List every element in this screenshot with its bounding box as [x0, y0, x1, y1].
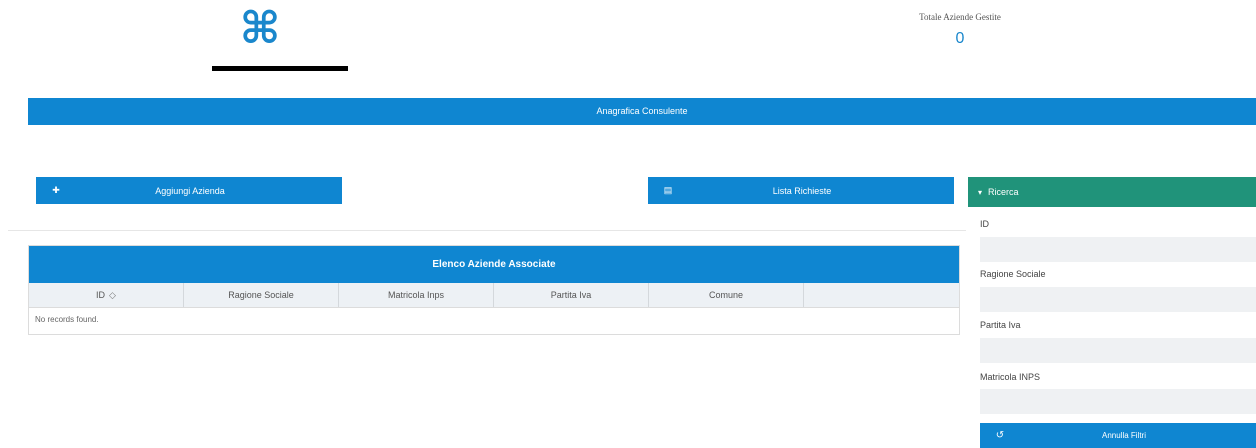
plus-circle-icon: ✚ — [52, 185, 60, 195]
column-header-ragione-sociale: Ragione Sociale — [184, 283, 339, 307]
undo-icon: ↺ — [995, 430, 1005, 441]
column-header-comune: Comune — [649, 283, 804, 307]
annulla-filtri-button[interactable]: ↺ Annulla Filtri — [980, 423, 1256, 448]
logo-redacted-name — [212, 66, 348, 71]
divider — [8, 230, 966, 231]
aggiungi-azienda-button[interactable]: ✚ Aggiungi Azienda — [36, 177, 342, 204]
ricerca-toggle[interactable]: ▾ Ricerca — [968, 177, 1256, 207]
aggiungi-azienda-label: Aggiungi Azienda — [155, 185, 225, 196]
ragione-sociale-input[interactable] — [980, 287, 1256, 312]
aziende-table: Elenco Aziende Associate ID ◇ Ragione So… — [28, 245, 960, 335]
partita-iva-input[interactable] — [980, 338, 1256, 363]
ragione-sociale-label: Ragione Sociale — [980, 269, 1046, 279]
totale-aziende-label: Totale Aziende Gestite — [919, 12, 1001, 22]
matricola-inps-label: Matricola INPS — [980, 372, 1041, 382]
column-header-id[interactable]: ID ◇ — [29, 283, 184, 307]
chevron-down-icon: ▾ — [978, 187, 983, 197]
list-icon: ▤ — [663, 185, 673, 195]
column-header-partita-iva: Partita Iva — [494, 283, 649, 307]
table-title: Elenco Aziende Associate — [29, 246, 959, 283]
lista-richieste-button[interactable]: ▤ Lista Richieste — [648, 177, 954, 204]
ricerca-panel: ▾ Ricerca ID Ragione Sociale Partita Iva… — [968, 177, 1256, 448]
id-label: ID — [980, 219, 989, 229]
ricerca-title: Ricerca — [988, 187, 1019, 197]
column-header-label: ID — [96, 290, 106, 300]
partita-iva-label: Partita Iva — [980, 320, 1021, 330]
matricola-inps-input[interactable] — [980, 389, 1256, 414]
totale-aziende-value: 0 — [955, 30, 965, 47]
column-header-matricola-inps: Matricola Inps — [339, 283, 494, 307]
id-input[interactable] — [980, 237, 1256, 262]
command-icon: ⌘ — [239, 3, 281, 54]
empty-message: No records found. — [35, 315, 99, 324]
column-header-actions — [804, 283, 959, 307]
lista-richieste-label: Lista Richieste — [772, 185, 832, 196]
anagrafica-consulente-button[interactable]: Anagrafica Consulente — [28, 98, 1256, 125]
sort-icon[interactable]: ◇ — [109, 290, 116, 301]
table-header-row: ID ◇ Ragione Sociale Matricola Inps Part… — [29, 283, 959, 308]
annulla-filtri-label: Annulla Filtri — [1101, 431, 1146, 440]
